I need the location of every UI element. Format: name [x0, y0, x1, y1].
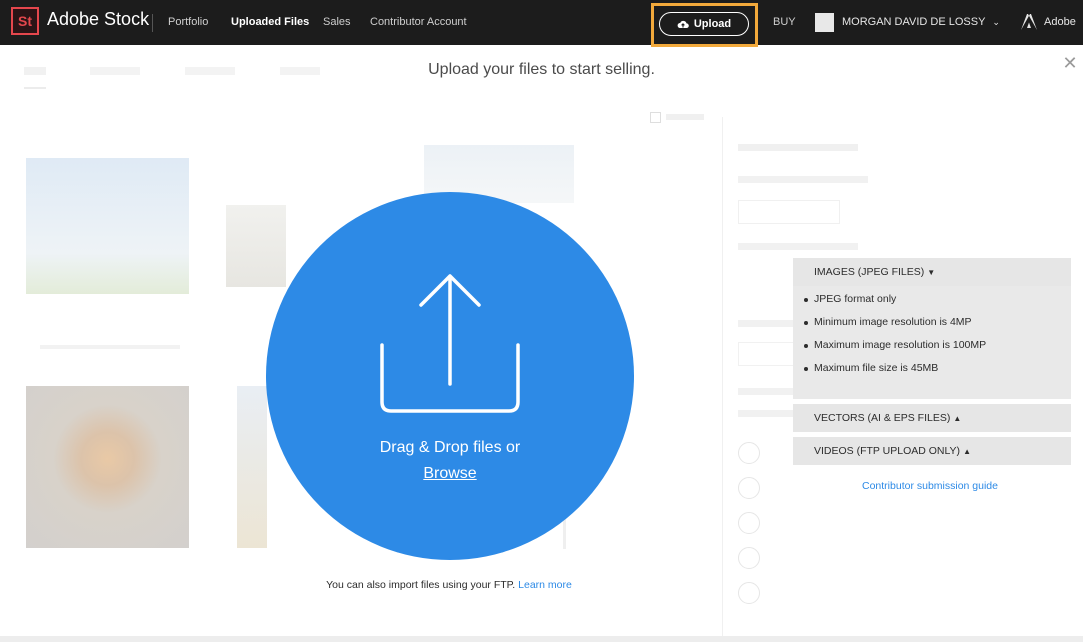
thumbnail[interactable] [26, 386, 189, 548]
user-name: MORGAN DAVID DE LOSSY [842, 16, 986, 28]
images-header-label: IMAGES (JPEG FILES) [814, 266, 925, 278]
submission-guide-link[interactable]: Contributor submission guide [862, 480, 998, 492]
videos-header-label: VIDEOS (FTP UPLOAD ONLY) [814, 445, 961, 457]
thumbnail-caption [40, 345, 180, 349]
images-section-header[interactable]: IMAGES (JPEG FILES) ▼ [793, 258, 1071, 286]
learn-more-link[interactable]: Learn more [518, 579, 572, 591]
drop-label: Drag & Drop files or [379, 439, 521, 456]
list-item: Maximum image resolution is 100MP [793, 334, 1071, 357]
field-placeholder [738, 388, 793, 395]
user-menu[interactable]: MORGAN DAVID DE LOSSY ⌄ [842, 16, 1000, 28]
keywords-field[interactable] [738, 342, 795, 366]
keywords-placeholder [738, 320, 793, 327]
option-circle[interactable] [738, 442, 760, 464]
chevron-down-icon: ▼ [927, 268, 936, 277]
thumbnail[interactable] [237, 386, 267, 548]
option-circle[interactable] [738, 477, 760, 499]
upload-button-label: Upload [693, 18, 732, 30]
select-all-placeholder [666, 114, 704, 120]
adobe-logo-icon[interactable] [1020, 13, 1038, 31]
page-title: Upload your files to start selling. [428, 61, 655, 78]
chevron-up-icon: ▲ [963, 447, 971, 456]
select-all-checkbox[interactable] [650, 112, 661, 123]
list-item: Minimum image resolution is 4MP [793, 311, 1071, 334]
close-icon[interactable]: ✕ [1062, 54, 1078, 72]
browse-link[interactable]: Browse [423, 465, 476, 482]
ftp-note: You can also import files using your FTP… [0, 579, 898, 591]
chevron-up-icon: ▲ [953, 414, 962, 423]
ftp-text: You can also import files using your FTP… [326, 579, 516, 591]
media-kind-placeholder [738, 176, 868, 183]
top-navigation-bar: St Adobe Stock Portfolio Uploaded Files … [0, 0, 1083, 47]
list-item: JPEG format only [793, 288, 1071, 311]
cloud-upload-icon [677, 20, 689, 28]
selected-file-placeholder [738, 144, 858, 151]
drop-instructions: Drag & Drop files or Browse [266, 435, 634, 487]
thumbnail[interactable] [26, 158, 189, 294]
brand-name[interactable]: Adobe Stock [47, 9, 149, 30]
list-item: Maximum file size is 45MB [793, 357, 1071, 380]
images-requirements-list: JPEG format only Minimum image resolutio… [793, 286, 1071, 399]
avatar[interactable] [815, 13, 834, 32]
vectors-header-label: VECTORS (AI & EPS FILES) [814, 412, 951, 424]
divider [152, 14, 153, 32]
upload-arrow-icon [380, 274, 520, 413]
field-placeholder [738, 410, 793, 417]
nav-portfolio[interactable]: Portfolio [168, 16, 208, 28]
chevron-down-icon: ⌄ [992, 17, 1000, 27]
buy-link[interactable]: BUY [773, 16, 796, 28]
nav-contributor-account[interactable]: Contributor Account [370, 16, 467, 28]
nav-uploaded-files[interactable]: Uploaded Files [231, 16, 309, 28]
option-circle[interactable] [738, 547, 760, 569]
adobe-stock-logo[interactable]: St [11, 7, 39, 35]
option-circle[interactable] [738, 512, 760, 534]
file-requirements-panel: IMAGES (JPEG FILES) ▼ JPEG format only Mi… [793, 258, 1071, 465]
bottom-strip [0, 636, 1083, 642]
videos-section-header[interactable]: VIDEOS (FTP UPLOAD ONLY) ▲ [793, 437, 1071, 465]
thumbnail[interactable] [226, 205, 286, 287]
nav-sales[interactable]: Sales [323, 16, 351, 28]
title-placeholder [738, 243, 858, 250]
tab-underline [24, 87, 46, 89]
media-select[interactable] [738, 200, 840, 224]
upload-button[interactable]: Upload [659, 12, 749, 36]
adobe-label[interactable]: Adobe [1044, 16, 1076, 28]
vectors-section-header[interactable]: VECTORS (AI & EPS FILES) ▲ [793, 404, 1071, 432]
